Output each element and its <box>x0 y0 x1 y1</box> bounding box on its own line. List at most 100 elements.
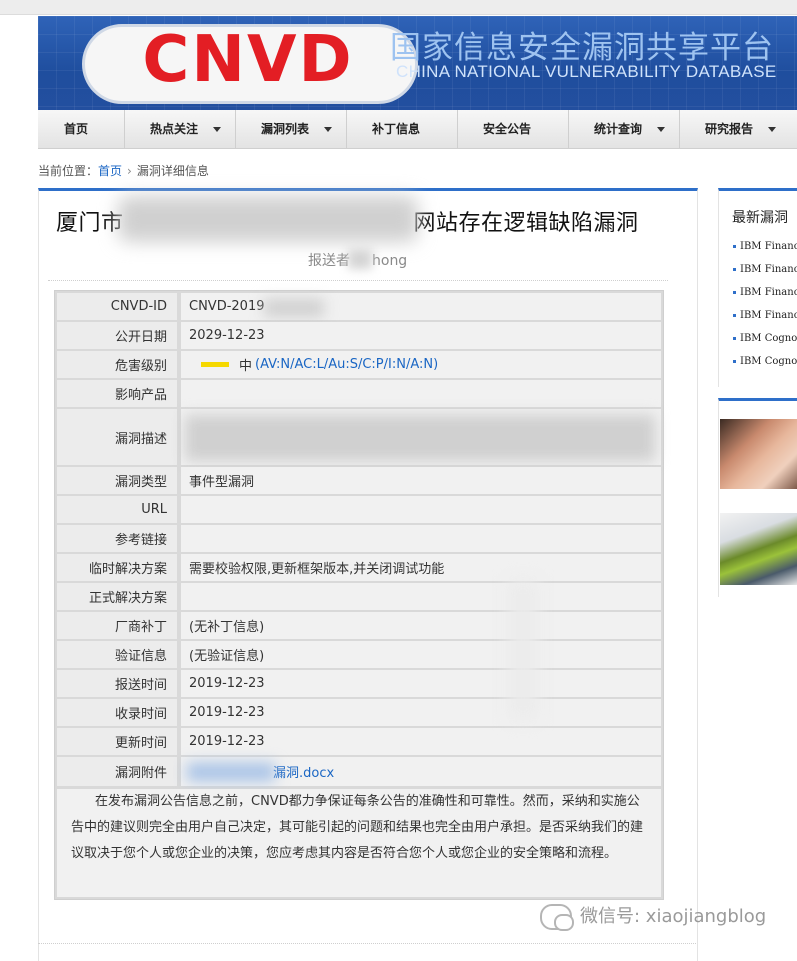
main-nav: 首页 热点关注 漏洞列表 补丁信息 安全公告 统计查询 研究报告 <box>38 110 797 149</box>
breadcrumb: 当前位置：首页 › 漏洞详细信息 <box>38 162 209 179</box>
nav-item-label: 安全公告 <box>483 122 532 136</box>
redacted-company-name <box>118 196 418 242</box>
vuln-type-label: 漏洞类型 <box>57 467 177 494</box>
chevron-down-icon <box>213 127 221 132</box>
list-item-label: IBM Financ <box>740 241 797 252</box>
table-row: 验证信息 (无验证信息) <box>57 641 661 668</box>
severity-medium-bar <box>201 362 229 367</box>
severity-value: 中 (AV:N/AC:L/Au:S/C:P/I:N/A:N) <box>181 351 661 378</box>
redacted-reporter <box>348 249 372 269</box>
cnvd-id-label: CNVD-ID <box>57 293 177 320</box>
update-time-label: 更新时间 <box>57 728 177 755</box>
watermark-text: 微信号: xiaojiangblog <box>580 906 767 927</box>
sidebar-promo-image[interactable] <box>720 513 797 585</box>
list-item-label: IBM Cognos <box>740 356 797 367</box>
cvss-vector-link[interactable]: (AV:N/AC:L/Au:S/C:P/I:N/A:N) <box>255 357 438 372</box>
table-row: 报送时间 2019-12-23 <box>57 670 661 697</box>
site-title-en: CHINA NATIONAL VULNERABILITY DATABASE <box>396 62 777 81</box>
nav-item-statistics[interactable]: 统计查询 <box>569 110 680 148</box>
breadcrumb-home-link[interactable]: 首页 <box>98 164 122 178</box>
table-row: CNVD-ID CNVD-2019 <box>57 293 661 320</box>
sidebar-latest-title: 最新漏洞 <box>732 210 788 226</box>
nav-item-reports[interactable]: 研究报告 <box>680 110 797 148</box>
affected-product-value <box>181 380 661 407</box>
table-row: 危害级别 中 (AV:N/AC:L/Au:S/C:P/I:N/A:N) <box>57 351 661 378</box>
formal-solution-value <box>181 583 661 610</box>
bullet-icon <box>733 337 736 340</box>
nav-item-home[interactable]: 首页 <box>38 110 125 148</box>
sidebar-latest-list: IBM Financ IBM Financ IBM Financ IBM Fin… <box>733 241 797 379</box>
title-suffix: 网站存在逻辑缺陷漏洞 <box>413 211 639 236</box>
verification-label: 验证信息 <box>57 641 177 668</box>
vendor-patch-label: 厂商补丁 <box>57 612 177 639</box>
browser-top-strip <box>0 0 797 15</box>
table-row: 公开日期 2029-12-23 <box>57 322 661 349</box>
list-item[interactable]: IBM Cognos <box>733 356 797 379</box>
reporter-prefix: 报送者 <box>308 253 350 269</box>
nav-item-vuln-list[interactable]: 漏洞列表 <box>236 110 347 148</box>
sidebar-image-panel <box>718 398 797 597</box>
bottom-divider <box>38 943 696 944</box>
cnvd-id-text: CNVD-2019 <box>189 299 265 314</box>
list-item[interactable]: IBM Financ <box>733 287 797 310</box>
table-row: 正式解决方案 <box>57 583 661 610</box>
table-row: 更新时间 2019-12-23 <box>57 728 661 755</box>
nav-item-label: 补丁信息 <box>372 122 421 136</box>
bullet-icon <box>733 268 736 271</box>
list-item[interactable]: IBM Financ <box>733 241 797 264</box>
chevron-down-icon <box>324 127 332 132</box>
description-label: 漏洞描述 <box>57 409 177 465</box>
vuln-detail-table: CNVD-ID CNVD-2019 公开日期 2029-12-23 危害级别 中… <box>54 290 664 900</box>
nav-item-label: 首页 <box>64 122 89 136</box>
affected-product-label: 影响产品 <box>57 380 177 407</box>
nav-item-label: 研究报告 <box>705 122 754 136</box>
nav-item-label: 统计查询 <box>594 122 643 136</box>
severity-label: 危害级别 <box>57 351 177 378</box>
bullet-icon <box>733 291 736 294</box>
redaction-smudge <box>508 580 538 720</box>
severity-level: 中 <box>239 359 253 374</box>
report-time-value: 2019-12-23 <box>181 670 661 697</box>
wechat-watermark: 微信号: xiaojiangblog <box>540 902 767 931</box>
bullet-icon <box>733 360 736 363</box>
update-time-value: 2019-12-23 <box>181 728 661 755</box>
url-label: URL <box>57 496 177 523</box>
list-item-label: IBM Cognos <box>740 333 797 344</box>
list-item-label: IBM Financ <box>740 264 797 275</box>
nav-item-hot-topics[interactable]: 热点关注 <box>125 110 236 148</box>
list-item[interactable]: IBM Financ <box>733 264 797 287</box>
wechat-icon <box>540 904 574 931</box>
nav-item-advisories[interactable]: 安全公告 <box>458 110 569 148</box>
sidebar-latest-panel: 最新漏洞 IBM Financ IBM Financ IBM Financ IB… <box>718 188 797 387</box>
chevron-down-icon <box>768 127 776 132</box>
list-item-label: IBM Financ <box>740 287 797 298</box>
reference-link-label: 参考链接 <box>57 525 177 552</box>
nav-item-patches[interactable]: 补丁信息 <box>347 110 458 148</box>
publish-date-label: 公开日期 <box>57 322 177 349</box>
attachment-link[interactable]: 漏洞.docx <box>273 762 334 781</box>
reporter-suffix: hong <box>372 253 408 269</box>
list-item-label: IBM Financ <box>740 310 797 321</box>
collect-time-label: 收录时间 <box>57 699 177 726</box>
vuln-type-value: 事件型漏洞 <box>181 467 661 494</box>
table-row: 漏洞附件 漏洞.docx <box>57 757 661 786</box>
list-item[interactable]: IBM Financ <box>733 310 797 333</box>
site-title-cn: 国家信息安全漏洞共享平台 <box>390 30 774 66</box>
list-item[interactable]: IBM Cognos <box>733 333 797 356</box>
cnvd-logo[interactable]: CNVD <box>88 20 408 100</box>
attachment-label: 漏洞附件 <box>57 757 177 786</box>
breadcrumb-separator-icon: › <box>127 164 132 178</box>
bullet-icon <box>733 314 736 317</box>
table-row: 厂商补丁 (无补丁信息) <box>57 612 661 639</box>
temp-solution-value: 需要校验权限,更新框架版本,并关闭调试功能 <box>181 554 661 581</box>
redacted-description <box>185 415 655 461</box>
publish-date-value: 2029-12-23 <box>181 322 661 349</box>
table-row: 影响产品 <box>57 380 661 407</box>
redacted-id-suffix <box>264 299 324 317</box>
sidebar-promo-image[interactable] <box>720 419 797 489</box>
vendor-patch-value: (无补丁信息) <box>181 612 661 639</box>
collect-time-value: 2019-12-23 <box>181 699 661 726</box>
url-value <box>181 496 661 523</box>
report-time-label: 报送时间 <box>57 670 177 697</box>
reference-link-value <box>181 525 661 552</box>
